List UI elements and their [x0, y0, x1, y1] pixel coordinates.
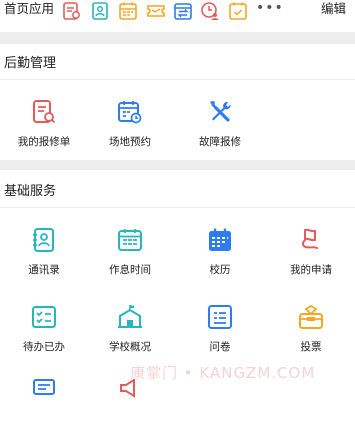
- app-my-applications[interactable]: 我的申请: [267, 227, 355, 291]
- app-vote[interactable]: 投票: [267, 304, 355, 368]
- app-label: 故障报修: [199, 136, 241, 148]
- contacts-icon[interactable]: [90, 1, 110, 21]
- app-fault-report[interactable]: 故障报修: [176, 99, 264, 163]
- app-label: 作息时间: [109, 264, 151, 276]
- app-my-repair-orders[interactable]: 我的报修单: [0, 99, 88, 163]
- app-school-overview[interactable]: 学校概况: [86, 304, 174, 368]
- app-label: 通讯录: [28, 264, 60, 276]
- quick-app-bar: 首页应用 ••• 编辑: [0, 0, 355, 26]
- app-schedule[interactable]: 作息时间: [86, 227, 174, 291]
- contacts-icon: [33, 228, 54, 252]
- school-calendar-icon: [209, 228, 231, 251]
- app-label: 问卷: [209, 341, 231, 353]
- clock-user-icon[interactable]: [200, 1, 220, 21]
- app-label: 场地预约: [109, 136, 151, 148]
- flag-icon: [301, 228, 318, 249]
- ticket-icon[interactable]: [146, 1, 166, 21]
- app-label: 我的报修单: [17, 136, 71, 148]
- section-title: 基础服务: [4, 184, 57, 199]
- app-label: 我的申请: [290, 264, 332, 276]
- app-label: 投票: [300, 341, 322, 353]
- home-apps-title: 首页应用: [4, 1, 55, 16]
- watermark: 康掌门 • KANGZM.COM: [130, 364, 316, 382]
- section-divider: [0, 160, 355, 170]
- exchange-calendar-icon[interactable]: [173, 1, 193, 21]
- school-building-icon: [118, 305, 142, 328]
- tools-icon: [210, 101, 231, 122]
- schedule-icon: [118, 229, 142, 251]
- calendar-clock-icon: [118, 101, 142, 124]
- app-label: 待办已办: [23, 341, 65, 353]
- repair-order-icon[interactable]: [62, 1, 82, 21]
- app-contacts[interactable]: 通讯录: [0, 227, 88, 291]
- app-school-calendar[interactable]: 校历: [176, 227, 264, 291]
- app-partial-announcement[interactable]: [86, 379, 174, 443]
- app-todo-done[interactable]: 待办已办: [0, 304, 88, 368]
- app-label: 学校概况: [109, 341, 151, 353]
- survey-icon: [208, 305, 232, 329]
- app-partial-news[interactable]: [0, 379, 88, 443]
- schedule-icon[interactable]: [118, 1, 138, 21]
- edit-button[interactable]: 编辑: [321, 0, 346, 18]
- news-icon: [33, 379, 55, 395]
- check-calendar-icon[interactable]: [228, 1, 248, 21]
- more-icon[interactable]: •••: [256, 0, 284, 16]
- section-header-basic-services: 基础服务: [0, 176, 355, 208]
- section-divider: [0, 32, 355, 44]
- repair-order-icon: [33, 100, 56, 124]
- section-header-logistics: 后勤管理: [0, 48, 355, 80]
- todo-list-icon: [32, 306, 56, 328]
- app-venue-booking[interactable]: 场地预约: [86, 99, 174, 163]
- app-survey[interactable]: 问卷: [176, 304, 264, 368]
- app-label: 校历: [209, 264, 231, 276]
- section-title: 后勤管理: [4, 56, 57, 71]
- vote-box-icon: [299, 304, 323, 329]
